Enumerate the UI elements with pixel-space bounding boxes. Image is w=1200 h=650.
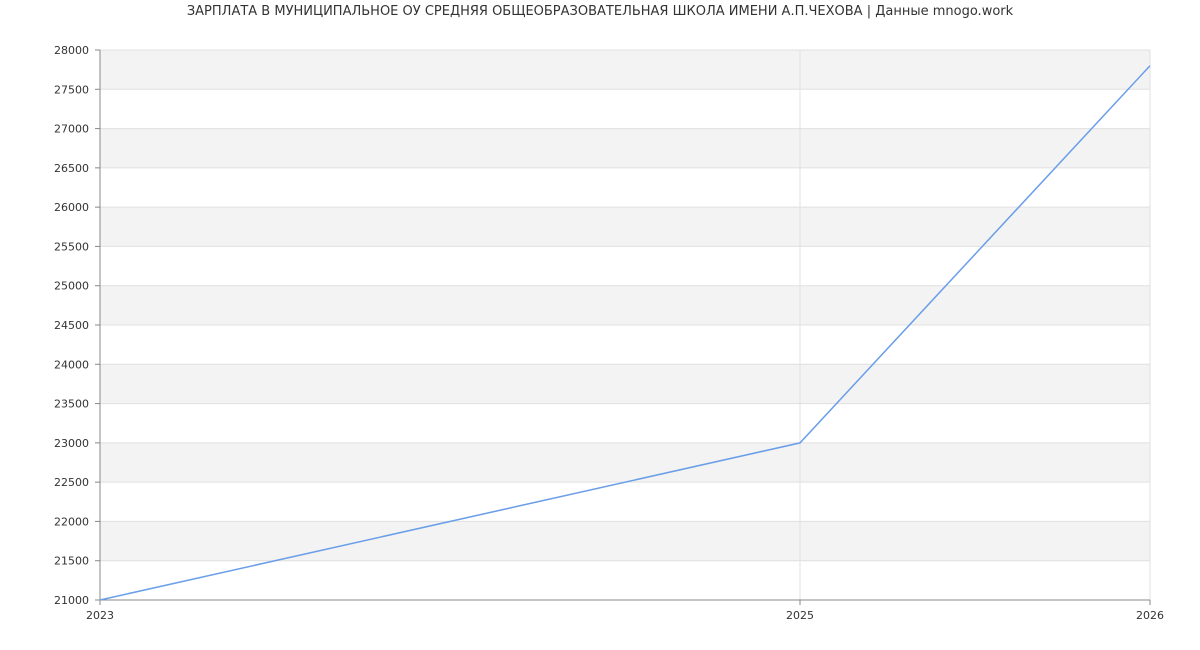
grid-band [100, 207, 1150, 247]
y-tick-label: 26500 [54, 162, 89, 175]
line-chart: 21000 21500 22000 22500 23000 23500 24000 24500… [54, 44, 1164, 622]
y-tick-label: 22500 [54, 476, 89, 489]
y-tick-label: 22000 [54, 515, 89, 528]
x-tick-label: 2023 [86, 609, 114, 622]
grid-band [100, 128, 1150, 168]
y-tick-label: 24000 [54, 358, 89, 371]
y-axis-tick-labels: 21000 21500 22000 22500 23000 23500 24000 24500… [54, 44, 89, 607]
y-tick-label: 24500 [54, 319, 89, 332]
grid-band [100, 50, 1150, 90]
y-tick-label: 23500 [54, 398, 89, 411]
grid-band [100, 285, 1150, 325]
grid-band [100, 521, 1150, 561]
y-tick-label: 27000 [54, 123, 89, 136]
y-tick-label: 21000 [54, 594, 89, 607]
y-tick-label: 23000 [54, 437, 89, 450]
background-bands [100, 50, 1150, 561]
y-tick-label: 28000 [54, 44, 89, 57]
y-tick-label: 21500 [54, 555, 89, 568]
x-tick-label: 2025 [786, 609, 814, 622]
y-tick-label: 27500 [54, 83, 89, 96]
x-tick-label: 2026 [1136, 609, 1164, 622]
grid-band [100, 364, 1150, 404]
y-tick-label: 26000 [54, 201, 89, 214]
grid-band [100, 442, 1150, 483]
y-tick-label: 25000 [54, 280, 89, 293]
x-axis-tick-labels: 2023 2025 2026 [86, 609, 1164, 622]
y-tick-label: 25500 [54, 240, 89, 253]
